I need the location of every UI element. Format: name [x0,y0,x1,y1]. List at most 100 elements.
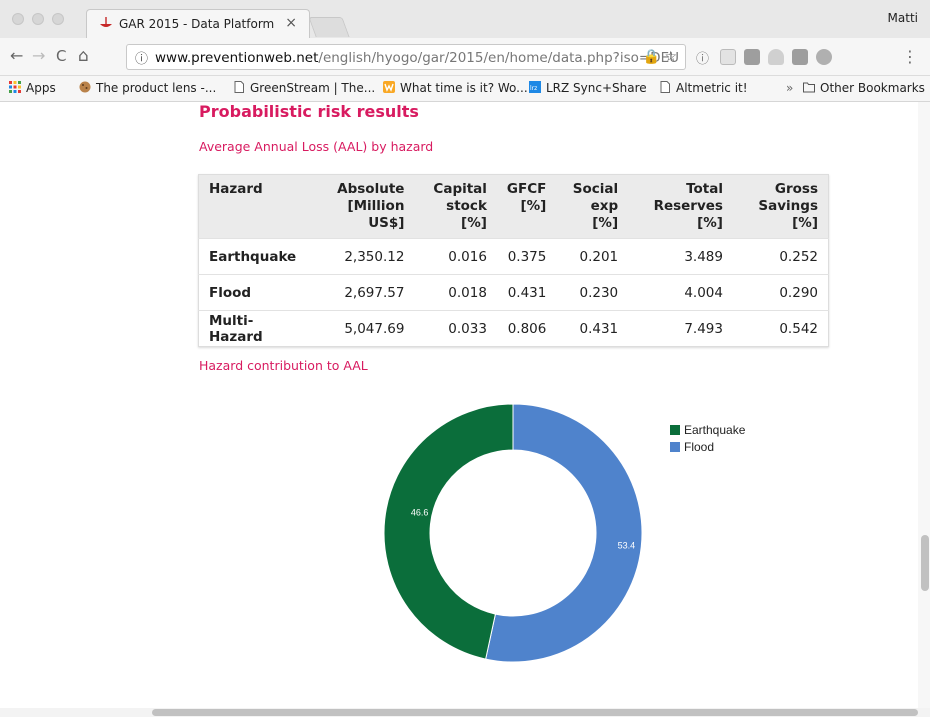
browser-tab-bar: GAR 2015 - Data Platform × Matti [0,0,930,38]
legend-item-earthquake[interactable]: Earthquake [670,423,745,440]
bookmark-label: LRZ Sync+Share [546,81,647,95]
vertical-scrollbar[interactable] [918,102,930,708]
horizontal-scrollbar-thumb[interactable] [152,709,918,716]
table-row: Multi-Hazard 5,047.69 0.033 0.806 0.431 … [198,310,829,347]
cell-capital-stock: 0.018 [414,274,497,311]
page-icon [234,81,244,93]
extension-drive-icon[interactable] [768,49,784,65]
extension-page-icon[interactable] [720,49,736,65]
window-close-button[interactable] [12,13,24,25]
header-social-exp[interactable]: Social exp [%] [556,174,629,239]
cell-social-exp: 0.230 [556,274,629,311]
browser-tab[interactable]: GAR 2015 - Data Platform × [86,9,310,38]
tab-close-icon[interactable]: × [285,15,297,31]
other-bookmarks-label: Other Bookmarks [820,81,925,95]
bookmark-label: The product lens -... [96,81,217,95]
browser-toolbar: ← → C ⌂ ⓘ www.preventionweb.net/english/… [0,38,930,76]
cell-hazard: Earthquake [198,238,312,275]
extension-square-icon[interactable] [744,49,760,65]
bookmarks-bar: Apps The product lens -... GreenStream |… [0,76,930,102]
header-hazard[interactable]: Hazard [198,174,312,239]
reload-icon[interactable]: C [56,47,66,65]
bookmark-label: Apps [26,81,56,95]
extension-clock-icon[interactable] [816,49,832,65]
bookmarks-overflow-icon[interactable]: » [786,81,793,95]
extension-info-icon[interactable]: ⓘ [696,48,712,67]
legend-swatch [670,425,680,435]
aal-table: Hazard Absolute [Million US$] Capital stoc… [198,174,829,347]
legend-swatch [670,442,680,452]
prevention-web-favicon-icon [100,17,112,27]
cell-total-reserves: 7.493 [628,310,733,347]
cookie-icon [79,81,91,93]
page-icon [660,81,670,93]
bookmark-label: What time is it? Wo... [400,81,528,95]
donut-label-flood: 53.4 [618,540,636,550]
table-row: Earthquake 2,350.12 0.016 0.375 0.201 3.… [198,238,829,275]
bookmark-product-lens[interactable]: The product lens -... [78,81,216,95]
table-header-row: Hazard Absolute [Million US$] Capital stoc… [198,174,829,239]
bookmark-what-time[interactable]: What time is it? Wo... [382,81,528,95]
cell-social-exp: 0.431 [556,310,629,347]
page-content: Probabilistic risk results Average Annua… [0,102,918,708]
tab-title: GAR 2015 - Data Platform [119,17,275,31]
header-gross-savings[interactable]: Gross Savings [%] [732,174,829,239]
cell-social-exp: 0.201 [556,238,629,275]
legend-label: Flood [684,440,715,454]
new-tab-button[interactable] [308,17,350,37]
chart-legend: Earthquake Flood [670,423,745,457]
browser-menu-icon[interactable]: ⋮ [902,47,918,66]
home-icon[interactable]: ⌂ [78,47,89,65]
window-minimize-button[interactable] [32,13,44,25]
cell-gfcf: 0.375 [496,238,557,275]
w-logo-icon [383,81,395,93]
back-icon[interactable]: ← [10,47,23,65]
translate-icon[interactable]: 🔒 [643,49,660,65]
cell-hazard: Flood [198,274,312,311]
other-bookmarks[interactable]: Other Bookmarks [802,81,925,95]
section-title: Probabilistic risk results [199,102,419,121]
header-gfcf[interactable]: GFCF [%] [496,174,557,239]
donut-slice-earthquake[interactable] [383,403,514,660]
window-zoom-button[interactable] [52,13,64,25]
cell-gross-savings: 0.252 [732,238,829,275]
profile-name[interactable]: Matti [888,11,918,25]
header-absolute[interactable]: Absolute [Million US$] [311,174,415,239]
chart-title: Hazard contribution to AAL [199,358,368,373]
header-capital-stock[interactable]: Capital stock [%] [414,174,497,239]
cell-gross-savings: 0.290 [732,274,829,311]
apps-grid-icon [9,81,21,93]
extension-pocket-icon[interactable] [792,49,808,65]
cell-absolute: 2,697.57 [311,274,415,311]
bookmark-label: GreenStream | The... [250,81,376,95]
cell-absolute: 5,047.69 [311,310,415,347]
legend-item-flood[interactable]: Flood [670,440,745,457]
lrz-logo-icon: lrz [529,81,541,93]
url-path: /english/hyogo/gar/2015/en/home/data.php… [318,50,679,66]
cell-total-reserves: 4.004 [628,274,733,311]
bookmark-apps[interactable]: Apps [8,81,56,95]
url-host: www.preventionweb.net [155,50,319,66]
cell-capital-stock: 0.016 [414,238,497,275]
cell-total-reserves: 3.489 [628,238,733,275]
site-info-icon[interactable]: ⓘ [135,48,148,67]
address-bar[interactable]: ⓘ www.preventionweb.net/english/hyogo/ga… [126,44,686,70]
url-text: www.preventionweb.net/english/hyogo/gar/… [155,50,679,66]
forward-icon[interactable]: → [32,47,45,65]
vertical-scrollbar-thumb[interactable] [921,535,929,591]
bookmark-star-icon[interactable]: ☆ [664,49,677,65]
cell-gfcf: 0.431 [496,274,557,311]
omnibox-action-icons: 🔒 ☆ [643,49,677,65]
header-total-reserves[interactable]: Total Reserves [%] [628,174,733,239]
legend-label: Earthquake [684,423,746,437]
bookmark-altmetric[interactable]: Altmetric it! [658,81,748,95]
bookmark-greenstream[interactable]: GreenStream | The... [232,81,375,95]
bookmark-lrz-sync[interactable]: lrz LRZ Sync+Share [528,81,647,95]
cell-gfcf: 0.806 [496,310,557,347]
bookmark-label: Altmetric it! [676,81,748,95]
donut-label-earthquake: 46.6 [411,508,429,518]
svg-text:lrz: lrz [530,85,537,92]
cell-hazard: Multi-Hazard [198,310,312,347]
cell-absolute: 2,350.12 [311,238,415,275]
folder-icon [803,82,815,93]
